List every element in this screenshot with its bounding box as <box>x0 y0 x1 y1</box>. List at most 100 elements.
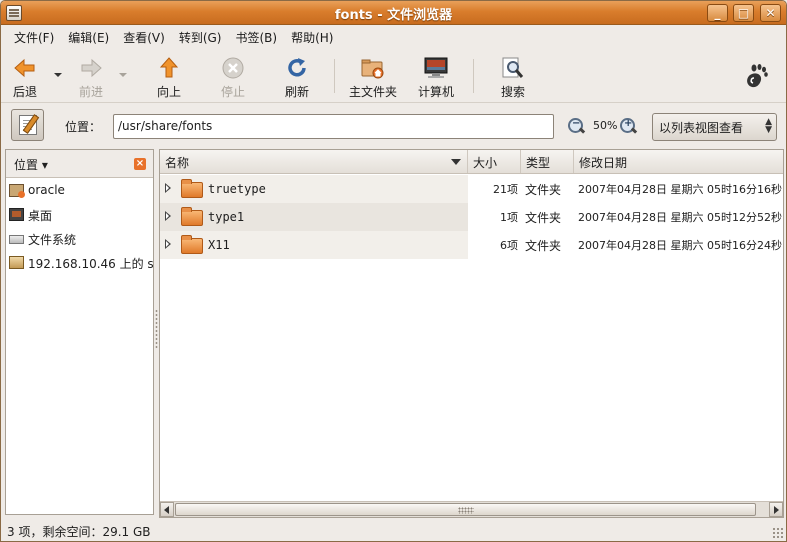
file-size: 1项 <box>500 211 518 224</box>
stop-label: 停止 <box>220 85 245 99</box>
sidebar-item-label: 桌面 <box>28 209 53 223</box>
close-window-button[interactable]: ✕ <box>760 4 781 22</box>
expand-triangle-icon[interactable] <box>165 211 171 221</box>
status-text: 3 项，剩余空间：29.1 GB <box>7 525 151 539</box>
up-button[interactable]: 向上 <box>151 53 187 99</box>
forward-history-chevron-icon[interactable] <box>119 73 127 77</box>
column-header-name[interactable]: 名称 <box>160 150 468 173</box>
table-row[interactable]: type1 1项 文件夹 2007年04月28日 星期六 05时12分52秒 <box>160 203 783 231</box>
menu-edit[interactable]: 编辑(E) <box>61 29 116 46</box>
zoom-out-icon[interactable]: − <box>568 118 584 134</box>
sidebar-item-network-share[interactable]: 192.168.10.46 上的 software <box>6 250 153 274</box>
column-header-modified[interactable]: 修改日期 <box>574 150 783 173</box>
toolbar-separator <box>473 59 474 93</box>
expand-triangle-icon[interactable] <box>165 239 171 249</box>
back-label: 后退 <box>12 85 37 99</box>
arrow-up-icon <box>159 57 179 78</box>
name-cell-background <box>160 175 468 203</box>
pane-splitter-handle[interactable] <box>155 309 158 349</box>
reload-icon <box>288 58 306 77</box>
column-header-type[interactable]: 类型 <box>521 150 574 173</box>
menu-go[interactable]: 转到(G) <box>172 29 229 46</box>
arrow-right-icon <box>81 58 102 78</box>
name-cell-background <box>160 231 468 259</box>
search-label: 搜索 <box>500 85 525 99</box>
sidebar-item-desktop[interactable]: 桌面 <box>6 202 153 226</box>
search-button[interactable]: 搜索 <box>495 53 531 99</box>
table-row[interactable]: truetype 21项 文件夹 2007年04月28日 星期六 05时16分1… <box>160 175 783 203</box>
toolbar-separator <box>334 59 335 93</box>
sort-descending-icon <box>451 159 461 165</box>
desktop-icon <box>9 208 24 221</box>
table-row[interactable]: X11 6项 文件夹 2007年04月28日 星期六 05时16分24秒 <box>160 231 783 259</box>
file-name: type1 <box>208 210 245 224</box>
side-pane-header: 位置 ▾ × <box>6 150 153 178</box>
close-pane-icon[interactable]: × <box>134 158 146 170</box>
status-bar: 3 项，剩余空间：29.1 GB <box>1 519 786 541</box>
reload-button[interactable]: 刷新 <box>279 53 315 99</box>
filesystem-icon <box>9 235 24 244</box>
menu-file[interactable]: 文件(F) <box>7 29 61 46</box>
gnome-foot-logo-icon <box>747 64 768 88</box>
location-edit-toggle-button[interactable] <box>11 109 44 141</box>
plus-icon: + <box>624 118 633 129</box>
location-bar: 位置： /usr/share/fonts − 50% + 以列表视图查看 ▲ ▼ <box>1 104 786 148</box>
file-type: 文件夹 <box>525 239 562 253</box>
file-name: X11 <box>208 238 230 252</box>
side-pane-selector[interactable]: 位置 ▾ <box>14 156 48 173</box>
up-label: 向上 <box>156 85 181 99</box>
location-path-input[interactable]: /usr/share/fonts <box>113 114 554 139</box>
file-name: truetype <box>208 182 266 196</box>
file-list-view: 名称 大小 类型 修改日期 truetype 21项 文件夹 2007年04月2… <box>159 149 784 518</box>
view-mode-value: 以列表视图查看 <box>659 121 744 135</box>
file-modified: 2007年04月28日 星期六 05时16分16秒 <box>578 183 782 196</box>
side-pane: 位置 ▾ × oracle 桌面 文件系统 192.168.10.46 上的 s… <box>5 149 154 515</box>
scroll-left-icon[interactable] <box>160 502 174 517</box>
minimize-button[interactable]: _ <box>707 4 728 22</box>
back-button[interactable]: 后退 <box>7 53 43 99</box>
menu-bar: 文件(F) 编辑(E) 查看(V) 转到(G) 书签(B) 帮助(H) <box>1 26 786 48</box>
back-history-chevron-icon[interactable] <box>54 73 62 77</box>
window-title: fonts - 文件浏览器 <box>334 8 453 23</box>
file-type: 文件夹 <box>525 183 562 197</box>
file-size: 21项 <box>493 183 518 196</box>
sidebar-item-filesystem[interactable]: 文件系统 <box>6 226 153 250</box>
expand-triangle-icon[interactable] <box>165 183 171 193</box>
forward-label: 前进 <box>78 85 103 99</box>
scroll-right-icon[interactable] <box>769 502 783 517</box>
arrow-left-icon <box>14 58 35 78</box>
chevron-down-icon: ▾ <box>41 158 48 172</box>
zoom-in-icon[interactable]: + <box>620 118 636 134</box>
maximize-button[interactable]: □ <box>733 4 754 22</box>
column-header-label: 修改日期 <box>579 156 628 170</box>
resize-grip-icon[interactable] <box>772 527 784 539</box>
menu-view[interactable]: 查看(V) <box>116 29 172 46</box>
sidebar-item-oracle[interactable]: oracle <box>6 178 153 202</box>
sidebar-item-label: 文件系统 <box>28 233 77 247</box>
menu-bookmarks[interactable]: 书签(B) <box>228 29 284 46</box>
search-icon <box>502 57 524 78</box>
grip-dots-icon <box>457 507 474 514</box>
list-header: 名称 大小 类型 修改日期 <box>160 150 783 174</box>
zoom-level-button[interactable]: 50% <box>593 119 617 132</box>
home-folder-button[interactable]: 主文件夹 <box>345 53 401 99</box>
reload-label: 刷新 <box>284 85 309 99</box>
forward-button[interactable]: 前进 <box>73 53 109 99</box>
updown-arrows-icon: ▲ ▼ <box>765 117 772 135</box>
column-header-size[interactable]: 大小 <box>468 150 521 173</box>
location-label: 位置： <box>65 120 102 134</box>
file-modified: 2007年04月28日 星期六 05时12分52秒 <box>578 211 782 224</box>
view-mode-select[interactable]: 以列表视图查看 ▲ ▼ <box>652 113 777 141</box>
computer-label: 计算机 <box>417 85 454 99</box>
file-type: 文件夹 <box>525 211 562 225</box>
toolbar: 后退 前进 向上 停止 刷新 主文件夹 计算机 搜索 <box>1 49 786 103</box>
computer-button[interactable]: 计算机 <box>415 53 457 99</box>
stop-button[interactable]: 停止 <box>215 53 251 99</box>
title-bar[interactable]: fonts - 文件浏览器 _ □ ✕ <box>1 1 786 25</box>
scrollbar-thumb[interactable] <box>175 503 756 516</box>
minus-icon: − <box>572 118 581 129</box>
sidebar-item-label: 192.168.10.46 上的 software <box>28 257 153 271</box>
name-cell-background <box>160 203 468 231</box>
horizontal-scrollbar[interactable] <box>160 501 783 517</box>
menu-help[interactable]: 帮助(H) <box>284 29 340 46</box>
